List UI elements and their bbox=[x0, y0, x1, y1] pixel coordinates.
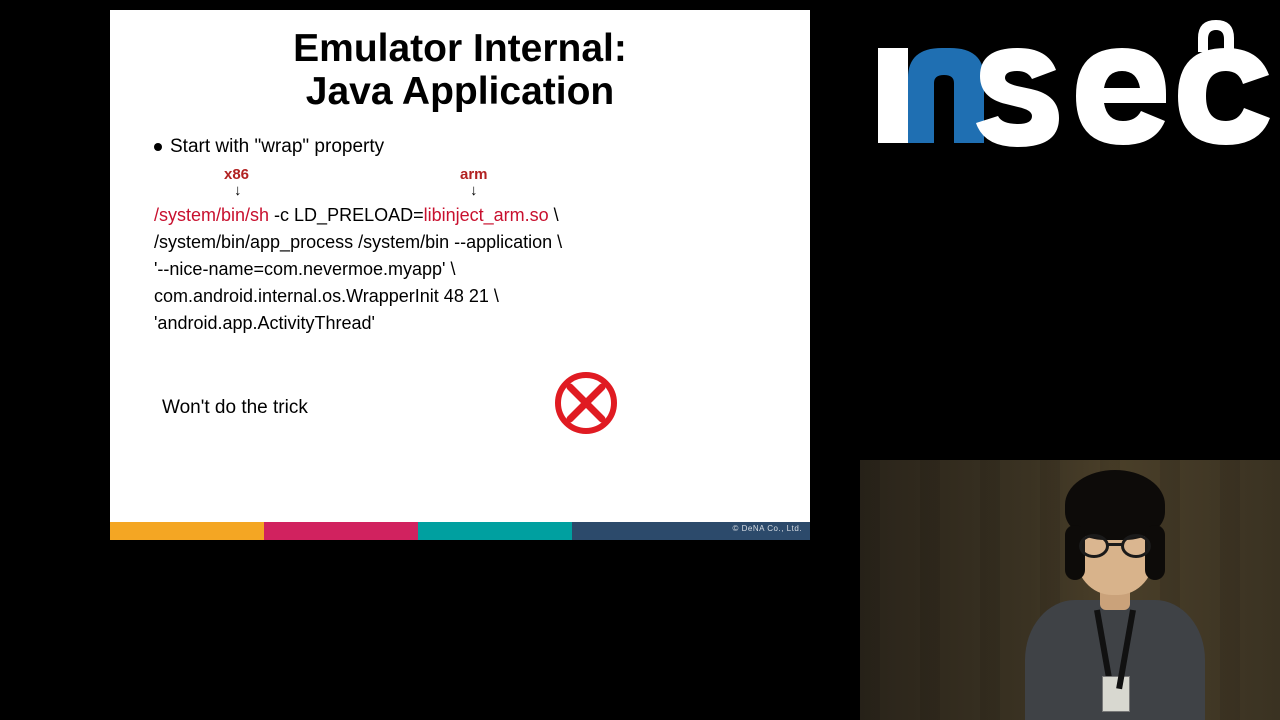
slide-title: Emulator Internal: Java Application bbox=[110, 10, 810, 114]
slide-title-line2: Java Application bbox=[110, 71, 810, 114]
conference-logo bbox=[870, 8, 1270, 158]
footer-stripe bbox=[264, 522, 418, 540]
arrow-down-icon: ↓ bbox=[234, 182, 235, 199]
slide-body: Start with "wrap" property x86 ↓ arm ↓ /… bbox=[110, 114, 810, 419]
bullet-wont-do: Won't do the trick bbox=[154, 397, 776, 419]
rejected-cross-icon bbox=[554, 371, 618, 435]
slide-footer-bar: © DeNA Co., Ltd. bbox=[110, 522, 810, 540]
bullet-text: Start with "wrap" property bbox=[170, 136, 384, 158]
slide-copyright: © DeNA Co., Ltd. bbox=[733, 524, 802, 533]
cmd-lib: libinject_arm.so bbox=[424, 205, 549, 225]
label-x86: x86 bbox=[224, 166, 249, 183]
cmd-line-2: /system/bin/app_process /system/bin --ap… bbox=[154, 229, 776, 256]
bullet-row-2: Won't do the trick bbox=[154, 397, 776, 419]
footer-stripe: © DeNA Co., Ltd. bbox=[572, 522, 810, 540]
command-block: /system/bin/sh -c LD_PRELOAD=libinject_a… bbox=[154, 202, 776, 337]
cmd-line-1: /system/bin/sh -c LD_PRELOAD=libinject_a… bbox=[154, 202, 776, 229]
label-arm: arm bbox=[460, 166, 488, 183]
slide-title-line1: Emulator Internal: bbox=[110, 28, 810, 71]
footer-stripe bbox=[110, 522, 264, 540]
presentation-slide: Emulator Internal: Java Application Star… bbox=[110, 10, 810, 540]
cmd-line-3: '--nice-name=com.nevermoe.myapp' \ bbox=[154, 256, 776, 283]
footer-stripe bbox=[418, 522, 572, 540]
cmd-line-4: com.android.internal.os.WrapperInit 48 2… bbox=[154, 283, 776, 310]
arrow-down-icon: ↓ bbox=[470, 182, 471, 199]
bullet-wrap-property: Start with "wrap" property bbox=[154, 136, 776, 158]
cmd-cont: \ bbox=[549, 205, 559, 225]
speaker-camera bbox=[860, 460, 1280, 720]
cmd-path-sh: /system/bin/sh bbox=[154, 205, 269, 225]
speaker-silhouette bbox=[1010, 500, 1220, 720]
cmd-line-5: 'android.app.ActivityThread' bbox=[154, 310, 776, 337]
bullet-text: Won't do the trick bbox=[162, 397, 308, 419]
arch-labels: x86 ↓ arm ↓ bbox=[154, 166, 776, 200]
video-frame: Emulator Internal: Java Application Star… bbox=[0, 0, 1280, 720]
bullet-dot-icon bbox=[154, 143, 162, 151]
cmd-mid: -c LD_PRELOAD= bbox=[269, 205, 424, 225]
